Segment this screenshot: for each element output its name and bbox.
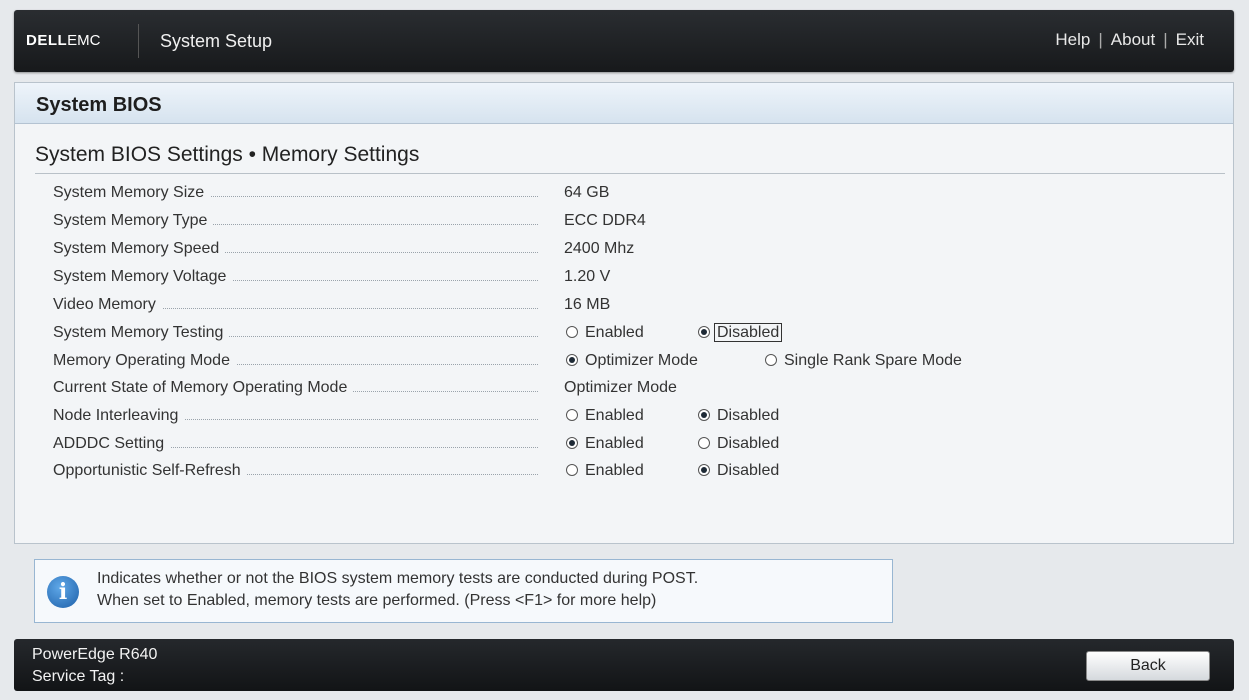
radio-selected-icon: [698, 409, 710, 421]
top-bar: DELLEMC System Setup Help | About | Exit: [14, 10, 1234, 72]
setting-row-memory-speed: System Memory Speed 2400 Mhz: [53, 240, 1203, 262]
setting-row-node-interleaving: Node Interleaving Enabled Disabled: [53, 407, 1203, 429]
single-rank-spare-mode-radio[interactable]: Single Rank Spare Mode: [765, 352, 962, 370]
info-icon: i: [47, 576, 79, 608]
help-line-2: When set to Enabled, memory tests are pe…: [97, 592, 657, 609]
setting-value: 16 MB: [564, 296, 611, 313]
service-tag-label: Service Tag :: [32, 668, 125, 685]
radio-selected-icon: [566, 354, 578, 366]
setting-row-operating-mode: Memory Operating Mode Optimizer Mode Sin…: [53, 352, 1203, 374]
radio-icon: [566, 464, 578, 476]
setting-label: System Memory Speed: [53, 240, 226, 258]
radio-selected-icon: [566, 437, 578, 449]
link-separator: |: [1098, 30, 1103, 49]
adddc-enabled-radio[interactable]: Enabled: [566, 435, 644, 453]
option-label: Enabled: [585, 435, 644, 452]
link-separator: |: [1163, 30, 1168, 49]
radio-icon: [765, 354, 777, 366]
help-link[interactable]: Help: [1055, 30, 1090, 49]
option-label: Single Rank Spare Mode: [784, 352, 962, 369]
logo-dell: DELL: [26, 32, 68, 49]
setting-label: Node Interleaving: [53, 407, 185, 425]
optimizer-mode-radio[interactable]: Optimizer Mode: [566, 352, 698, 370]
logo-emc: EMC: [67, 32, 101, 49]
about-link[interactable]: About: [1111, 30, 1155, 49]
setting-label: System Memory Type: [53, 212, 214, 230]
setting-row-self-refresh: Opportunistic Self-Refresh Enabled Disab…: [53, 462, 1203, 484]
option-label: Disabled: [717, 435, 780, 452]
option-label: Disabled: [714, 323, 783, 342]
radio-selected-icon: [698, 326, 710, 338]
setting-row-video-memory: Video Memory 16 MB: [53, 296, 1203, 318]
memory-testing-disabled-radio[interactable]: Disabled: [698, 323, 783, 342]
setting-value: ECC DDR4: [564, 212, 646, 229]
radio-icon: [566, 409, 578, 421]
divider: [35, 173, 1225, 174]
option-label: Disabled: [717, 407, 780, 424]
radio-icon: [566, 326, 578, 338]
setting-row-adddc: ADDDC Setting Enabled Disabled: [53, 435, 1203, 457]
setting-label: ADDDC Setting: [53, 435, 171, 453]
memory-testing-enabled-radio[interactable]: Enabled: [566, 324, 644, 342]
setting-label: Opportunistic Self-Refresh: [53, 462, 247, 480]
panel-title: System BIOS: [36, 94, 162, 116]
setting-label: Video Memory: [53, 296, 162, 314]
help-line-1: Indicates whether or not the BIOS system…: [97, 570, 699, 587]
logo-divider: [138, 24, 139, 58]
setting-row-memory-voltage: System Memory Voltage 1.20 V: [53, 268, 1203, 290]
option-label: Disabled: [717, 462, 780, 479]
self-refresh-disabled-radio[interactable]: Disabled: [698, 462, 779, 480]
model-name: PowerEdge R640: [32, 646, 158, 663]
setting-row-memory-size: System Memory Size 64 GB: [53, 184, 1203, 206]
page-title: System BIOS Settings • Memory Settings: [35, 143, 420, 166]
setting-value: 1.20 V: [564, 268, 611, 285]
setting-label: Memory Operating Mode: [53, 352, 236, 370]
setting-label: Current State of Memory Operating Mode: [53, 379, 354, 397]
exit-link[interactable]: Exit: [1176, 30, 1204, 49]
node-interleaving-enabled-radio[interactable]: Enabled: [566, 407, 644, 425]
help-box: i Indicates whether or not the BIOS syst…: [34, 559, 893, 623]
self-refresh-enabled-radio[interactable]: Enabled: [566, 462, 644, 480]
help-text: Indicates whether or not the BIOS system…: [97, 568, 698, 612]
dell-emc-logo: DELLEMC: [26, 32, 101, 49]
back-button[interactable]: Back: [1086, 651, 1210, 681]
top-links: Help | About | Exit: [1055, 30, 1204, 50]
setting-row-current-mode: Current State of Memory Operating Mode O…: [53, 379, 1203, 401]
panel-header: System BIOS: [15, 83, 1233, 124]
option-label: Optimizer Mode: [585, 352, 698, 369]
adddc-disabled-radio[interactable]: Disabled: [698, 435, 779, 453]
system-info: PowerEdge R640 Service Tag :: [32, 644, 157, 688]
option-label: Enabled: [585, 407, 644, 424]
option-label: Enabled: [585, 462, 644, 479]
radio-icon: [698, 437, 710, 449]
app-title: System Setup: [160, 31, 273, 51]
setting-value: 64 GB: [564, 184, 610, 201]
setting-value: 2400 Mhz: [564, 240, 635, 257]
setting-label: System Memory Size: [53, 184, 211, 202]
setting-row-memory-type: System Memory Type ECC DDR4: [53, 212, 1203, 234]
option-label: Enabled: [585, 324, 644, 341]
main-panel: System BIOS System BIOS Settings • Memor…: [14, 82, 1234, 544]
setting-value: Optimizer Mode: [564, 379, 677, 396]
setting-label: System Memory Testing: [53, 324, 230, 342]
setting-label: System Memory Voltage: [53, 268, 233, 286]
setting-row-memory-testing: System Memory Testing Enabled Disabled: [53, 323, 1203, 346]
node-interleaving-disabled-radio[interactable]: Disabled: [698, 407, 779, 425]
radio-selected-icon: [698, 464, 710, 476]
footer-bar: PowerEdge R640 Service Tag : Back: [14, 639, 1234, 691]
